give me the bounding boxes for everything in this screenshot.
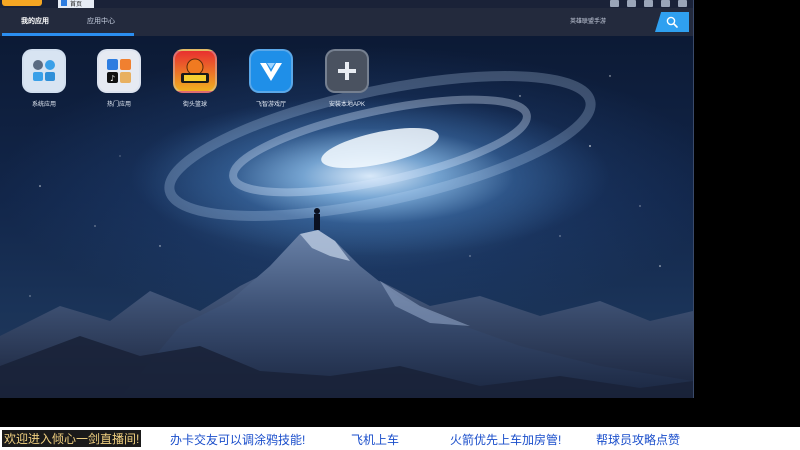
ticker-message: 火箭优先上车加房管! [450, 433, 562, 447]
app-label: 热门应用 [106, 102, 131, 108]
app-label: 安装本地APK [328, 102, 365, 108]
maximize-icon[interactable] [661, 0, 670, 7]
app-street-basketball[interactable]: 街头篮球 [163, 49, 227, 108]
app-label: 飞智游戏厅 [255, 102, 286, 108]
danmaku-ticker-bar: 欢迎进入倾心一剑直播间! 办卡交友可以调涂鸦技能! 飞机上车 火箭优先上车加房管… [0, 427, 800, 450]
app-flydigi[interactable]: 飞智游戏厅 [239, 49, 303, 108]
search-hint[interactable]: 英雄联盟手游 [570, 8, 606, 36]
title-bar: 首页 [0, 0, 693, 8]
system-apps-folder-icon [22, 49, 66, 93]
settings-icon[interactable] [627, 0, 636, 7]
install-apk-plus-icon [325, 49, 369, 93]
minimize-icon[interactable] [644, 0, 653, 7]
tab-app-center[interactable]: 应用中心 [68, 8, 134, 36]
tab-my-apps[interactable]: 我的应用 [2, 8, 68, 36]
app-install-apk[interactable]: 安装本地APK [315, 49, 379, 108]
emulator-window: 首页 我的应用 应用中心 英雄联盟手游 系统应用 ♪ 热门应用 街头篮球 飞智游… [0, 0, 694, 398]
top-nav: 我的应用 应用中心 英雄联盟手游 [0, 8, 693, 36]
ticker-message: 飞机上车 [351, 433, 400, 447]
search-icon [666, 16, 678, 28]
close-icon[interactable] [678, 0, 687, 7]
app-label: 街头篮球 [182, 102, 207, 108]
home-tab-label: 首页 [70, 2, 83, 8]
search-button[interactable] [655, 12, 689, 32]
app-label: 系统应用 [31, 102, 56, 108]
flydigi-game-hall-icon [249, 49, 293, 93]
tab-app-center-label: 应用中心 [87, 18, 115, 25]
home-tab[interactable]: 首页 [58, 0, 94, 8]
home-tab-icon [61, 0, 67, 6]
street-basketball-game-icon [173, 49, 217, 93]
tab-my-apps-label: 我的应用 [21, 18, 49, 25]
ticker-message: 欢迎进入倾心一剑直播间! [2, 430, 142, 447]
window-controls [610, 0, 687, 8]
keyboard-icon[interactable] [610, 0, 619, 7]
hot-apps-folder-icon: ♪ [97, 49, 141, 93]
ticker-message: 帮球员攻略点赞 [596, 433, 681, 447]
app-hot-apps[interactable]: ♪ 热门应用 [87, 49, 151, 108]
emulator-logo [2, 0, 42, 6]
desktop-area: 系统应用 ♪ 热门应用 街头篮球 飞智游戏厅 安装本地APK [0, 36, 693, 398]
app-system-apps[interactable]: 系统应用 [12, 49, 76, 108]
ticker-message: 办卡交友可以调涂鸦技能! [170, 433, 306, 447]
svg-text:♪: ♪ [110, 74, 115, 83]
